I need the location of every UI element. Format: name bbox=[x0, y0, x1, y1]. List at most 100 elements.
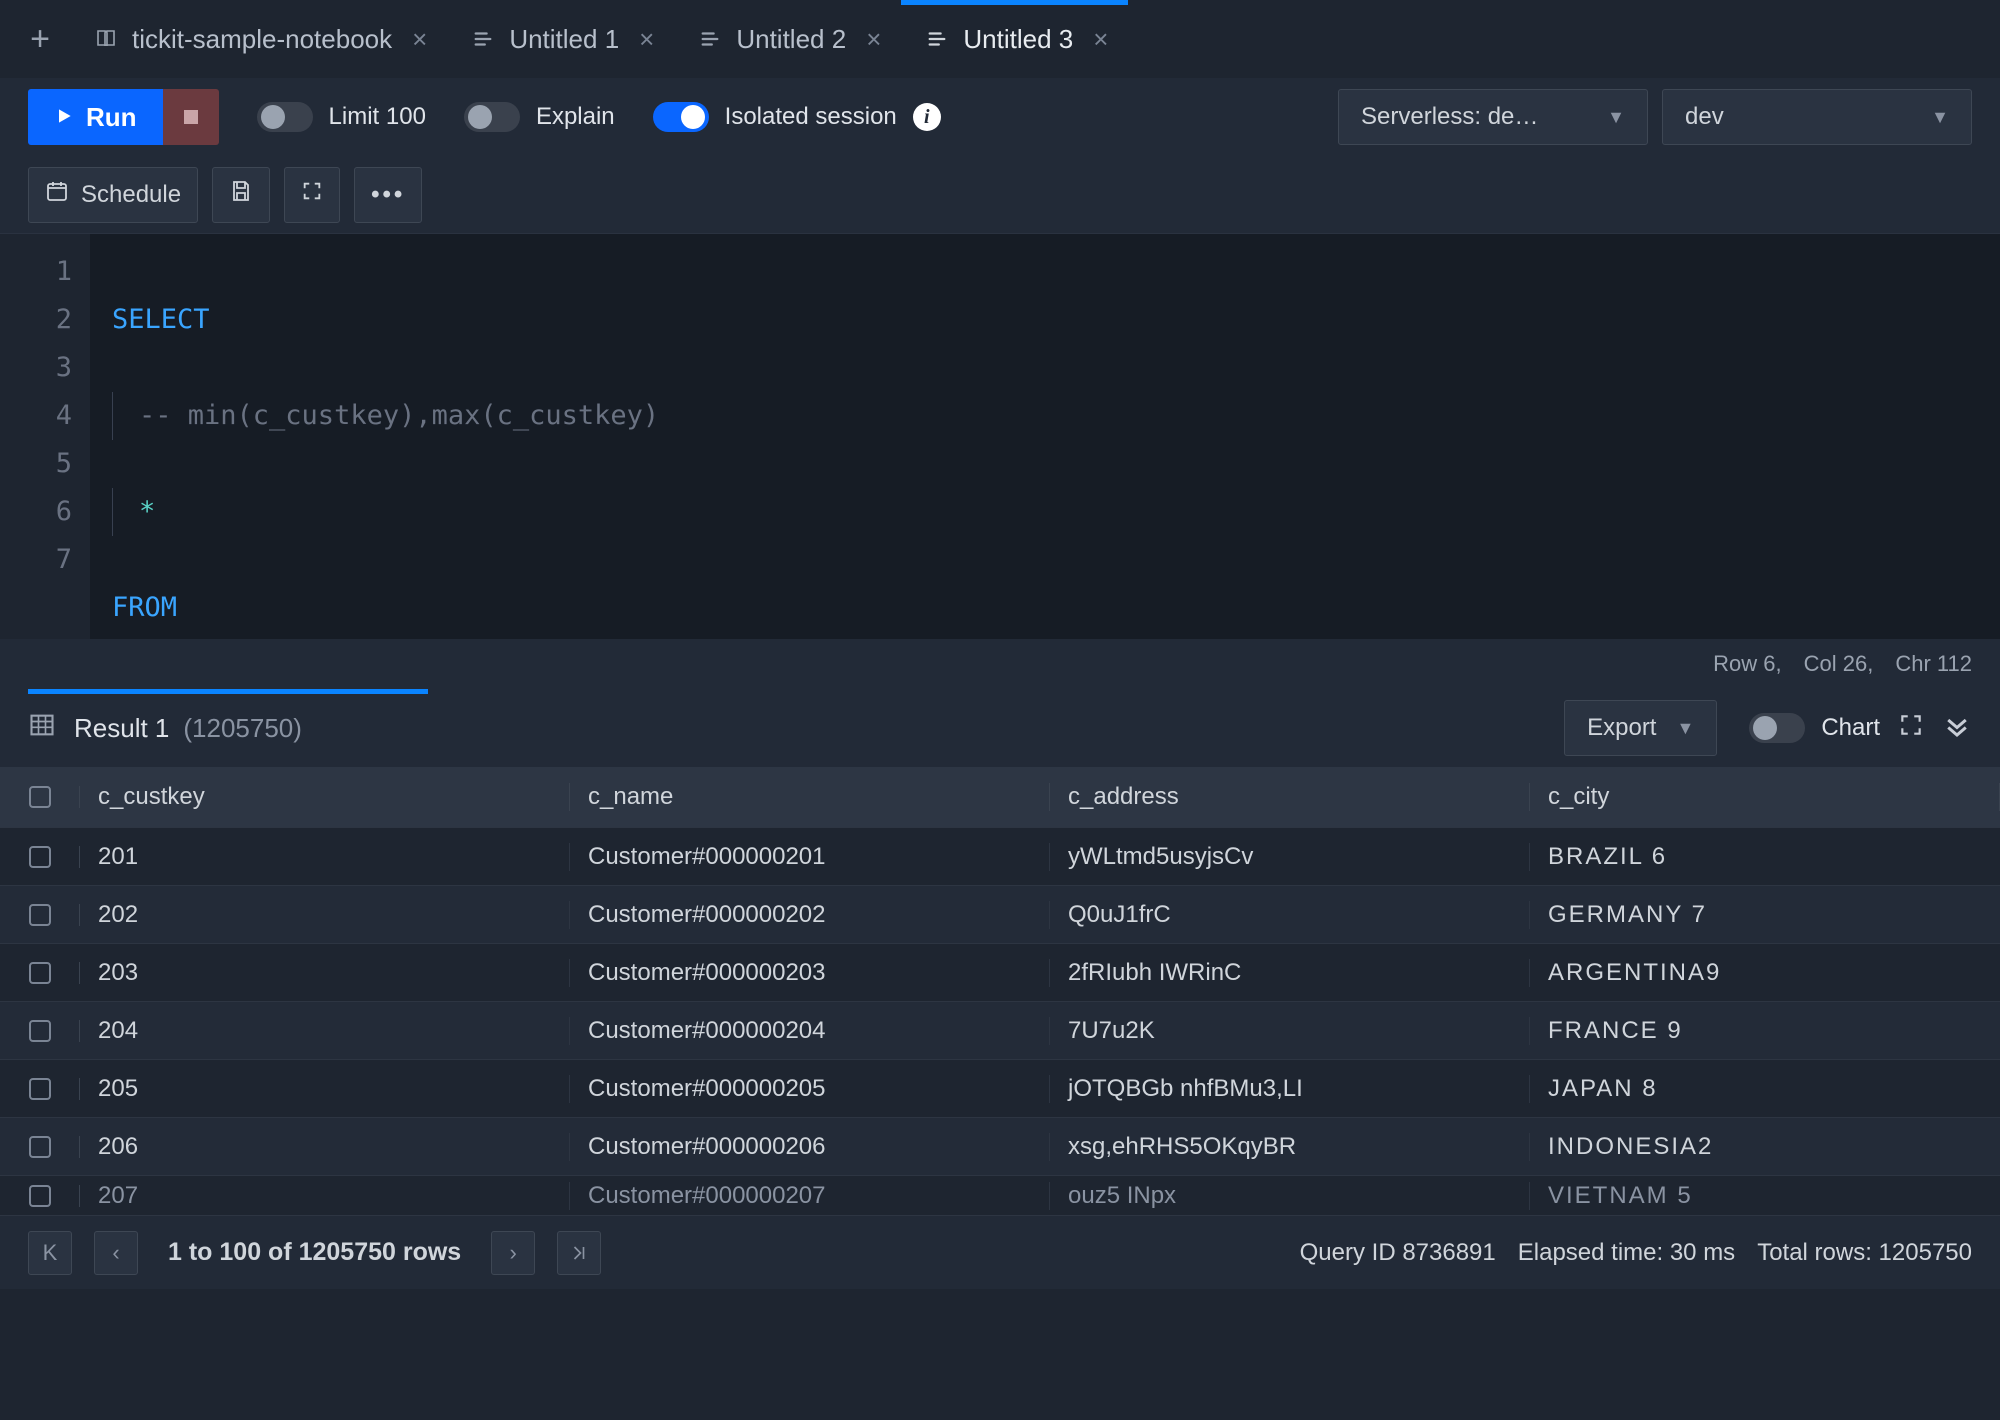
cell-city: INDONESIA2 bbox=[1530, 1133, 2000, 1161]
toolbar: Run Limit 100 Explain Isolated session i… bbox=[0, 78, 2000, 156]
tab-label: Untitled 1 bbox=[509, 24, 619, 55]
line-number: 3 bbox=[0, 344, 72, 392]
sql-editor[interactable]: 1 2 3 4 5 6 7 SELECT -- min(c_custkey),m… bbox=[0, 234, 2000, 639]
export-dropdown[interactable]: Export ▼ bbox=[1564, 700, 1717, 756]
column-header[interactable]: c_custkey bbox=[80, 783, 570, 811]
tab-untitled-1[interactable]: Untitled 1 × bbox=[447, 0, 674, 78]
connection-dropdown[interactable]: Serverless: de… ▼ bbox=[1338, 89, 1648, 145]
cell-city: JAPAN 8 bbox=[1530, 1075, 2000, 1103]
explain-toggle[interactable] bbox=[464, 102, 520, 132]
collapse-results-button[interactable] bbox=[1942, 710, 1972, 747]
toolbar-secondary: Schedule ••• bbox=[0, 156, 2000, 234]
cell-custkey: 201 bbox=[80, 843, 570, 871]
limit-toggle[interactable] bbox=[257, 102, 313, 132]
chart-toggle[interactable] bbox=[1749, 713, 1805, 743]
database-dropdown[interactable]: dev ▼ bbox=[1662, 89, 1972, 145]
info-icon[interactable]: i bbox=[913, 103, 941, 131]
run-button[interactable]: Run bbox=[28, 89, 163, 145]
connection-label: Serverless: de… bbox=[1361, 103, 1538, 131]
play-icon bbox=[54, 102, 74, 133]
cell-custkey: 202 bbox=[80, 901, 570, 929]
add-tab-button[interactable]: + bbox=[10, 20, 70, 59]
close-icon[interactable]: × bbox=[412, 24, 427, 55]
cell-name: Customer#000000204 bbox=[570, 1017, 1050, 1045]
line-number: 5 bbox=[0, 440, 72, 488]
query-icon bbox=[925, 27, 949, 51]
line-number: 6 bbox=[0, 488, 72, 536]
prev-page-button[interactable]: ‹ bbox=[94, 1231, 138, 1275]
table-row[interactable]: 201Customer#000000201yWLtmd5usyjsCvBRAZI… bbox=[0, 827, 2000, 885]
limit-label: Limit 100 bbox=[329, 103, 426, 131]
more-button[interactable]: ••• bbox=[354, 167, 422, 223]
result-tab[interactable]: Result 1 (1205750) bbox=[74, 713, 302, 744]
close-icon[interactable]: × bbox=[866, 24, 881, 55]
elapsed-time: Elapsed time: 30 ms bbox=[1518, 1239, 1735, 1267]
save-button[interactable] bbox=[212, 167, 270, 223]
comment: -- min(c_custkey),max(c_custkey) bbox=[139, 400, 659, 431]
column-header[interactable]: c_city bbox=[1530, 783, 2000, 811]
row-checkbox[interactable] bbox=[29, 1136, 51, 1158]
stop-button[interactable] bbox=[163, 89, 219, 145]
column-header[interactable]: c_address bbox=[1050, 783, 1530, 811]
first-page-button[interactable]: K bbox=[28, 1231, 72, 1275]
chevron-down-icon: ▼ bbox=[1607, 107, 1625, 128]
row-checkbox[interactable] bbox=[29, 962, 51, 984]
cursor-row: Row 6, bbox=[1713, 651, 1781, 677]
explain-label: Explain bbox=[536, 103, 615, 131]
query-icon bbox=[698, 27, 722, 51]
chart-label: Chart bbox=[1821, 714, 1880, 742]
row-checkbox[interactable] bbox=[29, 1020, 51, 1042]
result-tab-label: Result 1 bbox=[74, 713, 169, 744]
cell-name: Customer#000000203 bbox=[570, 959, 1050, 987]
cell-address: 2fRIubh IWRinC bbox=[1050, 959, 1530, 987]
tab-label: tickit-sample-notebook bbox=[132, 24, 392, 55]
fullscreen-button[interactable] bbox=[284, 167, 340, 223]
cell-custkey: 204 bbox=[80, 1017, 570, 1045]
export-label: Export bbox=[1587, 714, 1656, 742]
select-all-checkbox[interactable] bbox=[29, 786, 51, 808]
next-page-button[interactable]: › bbox=[491, 1231, 535, 1275]
cell-address: yWLtmd5usyjsCv bbox=[1050, 843, 1530, 871]
table-row[interactable]: 203Customer#0000002032fRIubh IWRinCARGEN… bbox=[0, 943, 2000, 1001]
cell-address: ouz5 INpx bbox=[1050, 1182, 1530, 1210]
table-row[interactable]: 207Customer#000000207ouz5 INpxVIETNAM 5 bbox=[0, 1175, 2000, 1215]
row-checkbox[interactable] bbox=[29, 1185, 51, 1207]
isolated-toggle[interactable] bbox=[653, 102, 709, 132]
code-area[interactable]: SELECT -- min(c_custkey),max(c_custkey) … bbox=[90, 234, 2000, 639]
row-checkbox[interactable] bbox=[29, 904, 51, 926]
tab-notebook[interactable]: tickit-sample-notebook × bbox=[70, 0, 447, 78]
schedule-button[interactable]: Schedule bbox=[28, 167, 198, 223]
cell-name: Customer#000000202 bbox=[570, 901, 1050, 929]
expand-icon bbox=[301, 180, 323, 209]
column-header[interactable]: c_name bbox=[570, 783, 1050, 811]
cell-city: GERMANY 7 bbox=[1530, 901, 2000, 929]
close-icon[interactable]: × bbox=[639, 24, 654, 55]
cell-address: Q0uJ1frC bbox=[1050, 901, 1530, 929]
cell-name: Customer#000000201 bbox=[570, 843, 1050, 871]
line-number: 2 bbox=[0, 296, 72, 344]
database-label: dev bbox=[1685, 103, 1724, 131]
table-header-row: c_custkey c_name c_address c_city bbox=[0, 767, 2000, 827]
cell-city: ARGENTINA9 bbox=[1530, 959, 2000, 987]
results-header: Result 1 (1205750) Export ▼ Chart bbox=[0, 689, 2000, 767]
results-table: c_custkey c_name c_address c_city 201Cus… bbox=[0, 767, 2000, 1215]
chevron-down-icon: ▼ bbox=[1931, 107, 1949, 128]
last-page-button[interactable] bbox=[557, 1231, 601, 1275]
row-checkbox[interactable] bbox=[29, 1078, 51, 1100]
tab-untitled-3[interactable]: Untitled 3 × bbox=[901, 0, 1128, 78]
row-checkbox[interactable] bbox=[29, 846, 51, 868]
table-row[interactable]: 204Customer#0000002047U7u2KFRANCE 9 bbox=[0, 1001, 2000, 1059]
tab-label: Untitled 2 bbox=[736, 24, 846, 55]
tab-untitled-2[interactable]: Untitled 2 × bbox=[674, 0, 901, 78]
line-number: 1 bbox=[0, 248, 72, 296]
cell-address: xsg,ehRHS5OKqyBR bbox=[1050, 1133, 1530, 1161]
save-icon bbox=[229, 179, 253, 210]
table-row[interactable]: 202Customer#000000202Q0uJ1frCGERMANY 7 bbox=[0, 885, 2000, 943]
calendar-icon bbox=[45, 179, 69, 210]
table-row[interactable]: 206Customer#000000206xsg,ehRHS5OKqyBRIND… bbox=[0, 1117, 2000, 1175]
results-footer: K ‹ 1 to 100 of 1205750 rows › Query ID … bbox=[0, 1215, 2000, 1289]
table-row[interactable]: 205Customer#000000205jOTQBGb nhfBMu3,LIJ… bbox=[0, 1059, 2000, 1117]
close-icon[interactable]: × bbox=[1093, 24, 1108, 55]
tabs-bar: + tickit-sample-notebook × Untitled 1 × … bbox=[0, 0, 2000, 78]
expand-results-button[interactable] bbox=[1898, 712, 1924, 745]
